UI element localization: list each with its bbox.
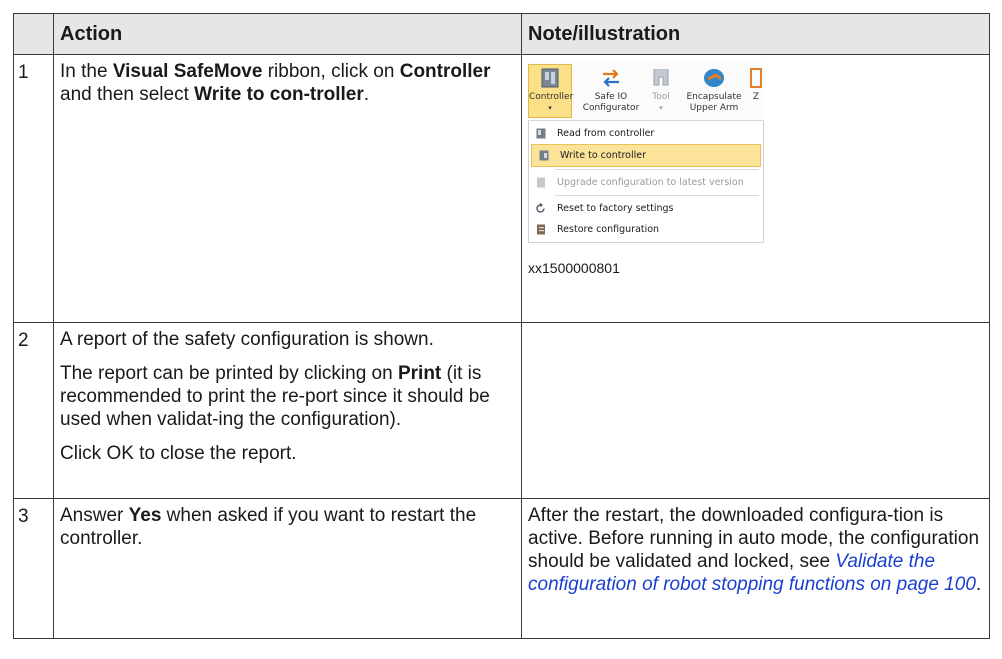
header-row: Action Note/illustration <box>13 13 990 55</box>
document-icon <box>537 177 545 188</box>
note-text: . <box>975 574 982 595</box>
menu-item-label: Write to controller <box>560 150 646 161</box>
action-bold: Write to con-troller <box>194 84 364 105</box>
safe-io-label: Safe IO <box>594 92 628 102</box>
encapsulate-upper-arm-button[interactable]: Encapsulate Upper Arm <box>684 64 744 114</box>
arrows-icon <box>603 69 619 87</box>
robot-arm-icon <box>704 69 724 87</box>
menu-item-label: Upgrade configuration to latest version <box>557 177 744 188</box>
reset-icon <box>536 203 545 213</box>
step-number: 2 <box>13 322 54 499</box>
encapsulate-label: Encapsulate <box>686 92 742 102</box>
action-bold: Yes <box>128 505 162 526</box>
action-paragraph: The report can be printed by clicking on… <box>60 362 515 431</box>
menu-item-reset-to-factory-settings[interactable]: Reset to factory settings <box>529 198 763 219</box>
controller-dropdown-menu: Read from controller Write to controller… <box>528 121 764 243</box>
action-text: . <box>363 84 370 105</box>
restore-icon <box>537 224 545 235</box>
step-note <box>521 322 990 499</box>
step-number: 3 <box>13 498 54 639</box>
step-action: Answer Yes when asked if you want to res… <box>53 498 522 639</box>
action-bold: Print <box>397 363 442 384</box>
write-icon <box>539 150 549 161</box>
menu-item-read-from-controller[interactable]: Read from controller <box>529 123 763 144</box>
table-row: 1 In the Visual SafeMove ribbon, click o… <box>13 54 990 323</box>
menu-item-label: Reset to factory settings <box>557 203 674 214</box>
action-text: ribbon, click on <box>262 61 400 82</box>
menu-separator <box>555 195 759 196</box>
action-bold: Visual SafeMove <box>112 61 263 82</box>
action-text: In the <box>60 61 113 82</box>
box-icon <box>750 68 762 88</box>
header-number <box>13 13 54 55</box>
gripper-icon <box>653 69 669 86</box>
chevron-down-icon: ▾ <box>548 104 552 112</box>
controller-ribbon-button[interactable]: Controller ▾ <box>528 64 574 118</box>
action-text: and then select <box>60 84 195 105</box>
menu-item-label: Restore configuration <box>557 224 660 235</box>
action-text: The report can be printed by clicking on <box>60 363 398 384</box>
z-label: Z <box>752 92 760 102</box>
tool-label: Tool <box>652 92 670 102</box>
ribbon: Controller ▾ Safe IO Configurator Tool ▾… <box>528 62 764 121</box>
procedure-table: Action Note/illustration 1 In the Visual… <box>13 13 990 639</box>
chevron-down-icon: ▾ <box>659 104 663 112</box>
step-note: After the restart, the downloaded config… <box>521 498 990 639</box>
step-action: In the Visual SafeMove ribbon, click on … <box>53 54 522 323</box>
upper-arm-label: Upper Arm <box>689 103 739 113</box>
read-icon <box>536 128 546 139</box>
menu-item-restore-configuration[interactable]: Restore configuration <box>529 219 763 240</box>
action-bold: Controller <box>399 61 491 82</box>
header-action: Action <box>53 13 522 55</box>
step-action: A report of the safety configuration is … <box>53 322 522 499</box>
controller-label: Controller <box>529 92 574 102</box>
menu-separator <box>555 169 759 170</box>
menu-item-upgrade-configuration: Upgrade configuration to latest version <box>529 172 763 193</box>
z-ribbon-button[interactable]: Z <box>748 64 764 103</box>
action-text: Answer <box>60 505 129 526</box>
safe-io-configurator-button[interactable]: Safe IO Configurator <box>582 64 640 114</box>
table-row: 2 A report of the safety configuration i… <box>13 322 990 499</box>
header-note: Note/illustration <box>521 13 990 55</box>
table-row: 3 Answer Yes when asked if you want to r… <box>13 498 990 639</box>
illustration-caption: xx1500000801 <box>528 260 620 276</box>
menu-item-write-to-controller[interactable]: Write to controller <box>531 144 761 167</box>
step-number: 1 <box>13 54 54 323</box>
controller-icon <box>541 68 559 88</box>
menu-item-label: Read from controller <box>557 128 655 139</box>
action-paragraph: Click OK to close the report. <box>60 443 297 464</box>
tool-ribbon-button[interactable]: Tool ▾ <box>647 64 675 114</box>
action-paragraph: A report of the safety configuration is … <box>60 329 434 350</box>
ribbon-illustration: Controller ▾ Safe IO Configurator Tool ▾… <box>528 62 764 243</box>
step-note: Controller ▾ Safe IO Configurator Tool ▾… <box>521 54 990 323</box>
configurator-label: Configurator <box>582 103 640 113</box>
